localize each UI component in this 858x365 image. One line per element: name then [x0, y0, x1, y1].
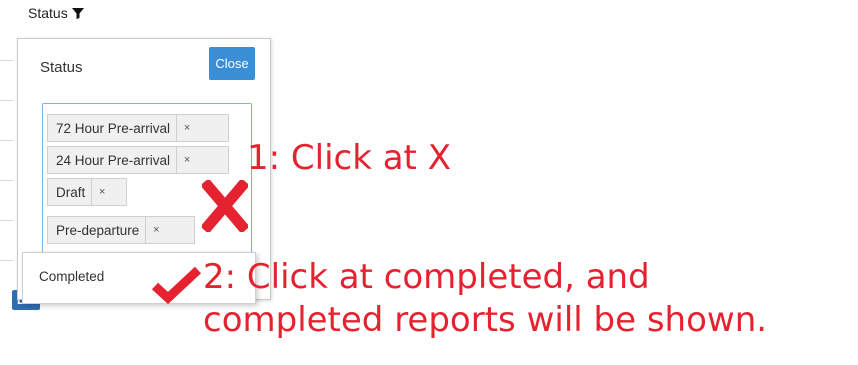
status-column-header[interactable]: Status — [28, 5, 85, 21]
close-button[interactable]: Close — [209, 47, 255, 80]
popup-title: Status — [40, 59, 83, 76]
background-table — [0, 38, 14, 288]
red-checkmark-icon — [152, 266, 202, 305]
tag-label: 24 Hour Pre-arrival — [56, 152, 171, 168]
tag-remove-icon[interactable]: × — [145, 217, 166, 243]
annotation-step-2-line-1: 2: Click at completed, and — [203, 257, 650, 297]
annotation-step-2: 2: Click at completed, and completed rep… — [203, 256, 767, 342]
option-completed[interactable]: Completed — [39, 269, 104, 284]
status-header-label: Status — [28, 5, 68, 21]
tag-remove-icon[interactable]: × — [176, 147, 197, 173]
red-x-icon — [202, 180, 248, 232]
tag-24-hour-pre-arrival: 24 Hour Pre-arrival × — [47, 146, 229, 174]
tag-pre-departure: Pre-departure × — [47, 216, 195, 244]
table-row-divider — [0, 180, 14, 181]
filter-icon[interactable] — [71, 6, 85, 20]
table-row-divider — [0, 60, 14, 61]
tag-72-hour-pre-arrival: 72 Hour Pre-arrival × — [47, 114, 229, 142]
table-row-divider — [0, 100, 14, 101]
table-row-divider — [0, 220, 14, 221]
tag-draft: Draft × — [47, 178, 127, 206]
tag-label: Pre-departure — [56, 222, 140, 238]
annotation-step-2-line-2: completed reports will be shown. — [203, 299, 768, 340]
table-row-divider — [0, 260, 14, 261]
tag-remove-icon[interactable]: × — [176, 115, 197, 141]
table-row-divider — [0, 140, 14, 141]
annotation-step-1: 1: Click at X — [247, 138, 451, 178]
tag-label: 72 Hour Pre-arrival — [56, 120, 171, 136]
tag-label: Draft — [56, 184, 86, 200]
tag-remove-icon[interactable]: × — [91, 179, 112, 205]
